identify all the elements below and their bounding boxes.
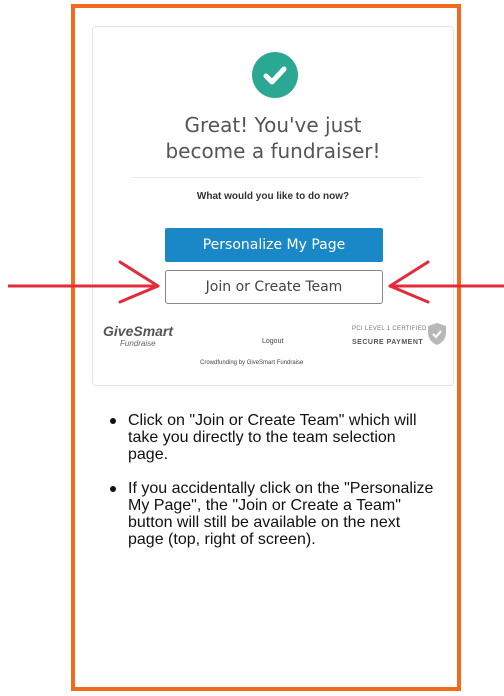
- arrow-right-pointer-icon: [8, 260, 160, 304]
- personalize-page-button[interactable]: Personalize My Page: [165, 228, 383, 262]
- crowdfunding-credit: Crowdfunding by GiveSmart Fundraise: [200, 360, 304, 366]
- secure-payment-label: SECURE PAYMENT: [352, 339, 424, 346]
- instruction-list: Click on "Join or Create Team" which wil…: [106, 412, 436, 565]
- check-circle-icon: [252, 52, 298, 98]
- arrow-left-pointer-icon: [388, 260, 504, 304]
- success-headline: Great! You've just become a fundraiser!: [100, 112, 446, 164]
- headline-line-2: become a fundraiser!: [165, 139, 381, 163]
- divider: [132, 177, 422, 178]
- logo-subtitle: Fundraise: [120, 339, 156, 348]
- join-create-team-button[interactable]: Join or Create Team: [165, 270, 383, 304]
- logout-link[interactable]: Logout: [262, 338, 283, 345]
- shield-check-icon: [428, 323, 446, 345]
- next-step-question: What would you like to do now?: [196, 191, 350, 202]
- headline-line-1: Great! You've just: [184, 113, 362, 137]
- instruction-item: If you accidentally click on the "Person…: [106, 480, 436, 548]
- instruction-item: Click on "Join or Create Team" which wil…: [106, 412, 436, 463]
- givesmart-logo: GiveSmart: [103, 323, 174, 339]
- pci-certified-label: PCI LEVEL 1 CERTIFIED: [352, 326, 427, 332]
